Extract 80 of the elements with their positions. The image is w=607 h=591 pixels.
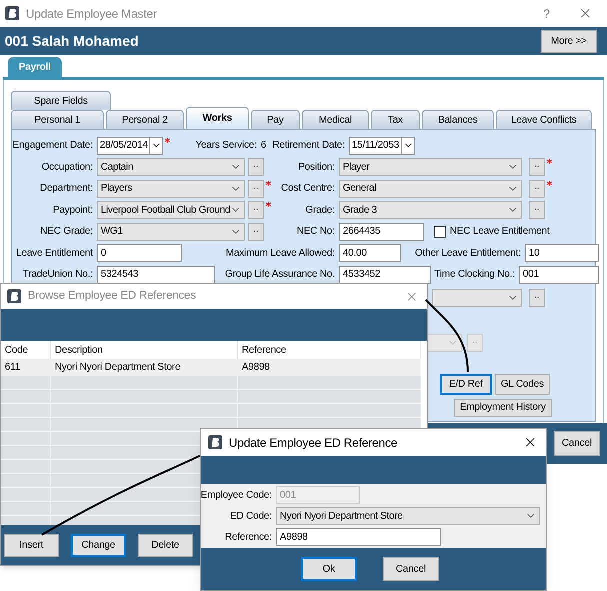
button[interactable]: Change <box>71 534 126 556</box>
tab[interactable]: Personal 1 <box>11 110 104 129</box>
dropdown[interactable]: Captain <box>97 158 245 176</box>
window-title: Browse Employee ED References <box>28 288 196 304</box>
table-cell-text: 611 <box>4 361 22 375</box>
app-icon <box>208 435 223 450</box>
table-row[interactable]: 611 Nyori Nyori Department Store A9898 <box>1 359 421 376</box>
text-field[interactable]: 10 <box>525 244 599 262</box>
lookup-button[interactable]: .. <box>529 180 545 198</box>
years-service-value: 6 <box>261 139 268 154</box>
cancel-button[interactable]: Cancel <box>554 431 600 456</box>
dropdown[interactable]: Players <box>97 180 245 198</box>
field-label: Other Leave Entitlement: <box>415 246 521 261</box>
dropdown[interactable]: Liverpool Football Club Ground <box>97 201 245 220</box>
app-icon <box>5 6 20 21</box>
date-field[interactable]: 15/11/2053 <box>349 136 415 155</box>
employment-history-button[interactable]: Employment History <box>454 398 552 416</box>
dropdown[interactable]: WG1 <box>97 222 245 241</box>
tab[interactable]: Balances <box>422 110 494 129</box>
window-title: Update Employee ED Reference <box>229 434 398 452</box>
window-title: Update Employee Master <box>26 6 157 22</box>
dropdown[interactable]: Grade 3 <box>339 201 522 220</box>
field-label: Retirement Date: <box>272 139 345 154</box>
help-button[interactable]: ? <box>544 4 550 22</box>
dropdown[interactable]: Player <box>339 158 522 176</box>
field-label: Years Service: <box>196 139 257 154</box>
text-field[interactable]: 4533452 <box>339 266 431 284</box>
tab[interactable]: Pay <box>251 110 300 129</box>
app-icon <box>7 289 22 304</box>
field-label: Time Clocking No.: <box>434 268 515 282</box>
checkbox[interactable] <box>434 226 446 238</box>
action-button[interactable]: E/D Ref <box>440 374 492 394</box>
button[interactable]: Insert <box>4 534 59 556</box>
tab[interactable]: Medical <box>302 110 369 129</box>
tab[interactable]: Spare Fields <box>11 91 111 110</box>
field-label: TradeUnion No.: <box>23 268 93 282</box>
button[interactable]: Delete <box>138 534 193 556</box>
button[interactable]: Cancel <box>383 557 439 581</box>
table-cell-text: A9898 <box>241 361 271 375</box>
field-label: Paypoint: <box>53 204 93 218</box>
field-label: Department: <box>40 182 93 196</box>
field-label: NEC No: <box>296 225 335 240</box>
field-label: Occupation: <box>42 160 93 175</box>
field-label: Leave Entitlement <box>16 246 93 261</box>
field-label: Position: <box>298 160 335 175</box>
field-label: Grade: <box>306 204 335 218</box>
checkbox-label: NEC Leave Entitlement <box>450 225 550 240</box>
lookup-button[interactable]: .. <box>248 222 264 241</box>
lookup-button[interactable]: .. <box>248 158 264 176</box>
field-label: Employee Code: <box>200 488 272 502</box>
field-label: NEC Grade: <box>40 225 93 240</box>
action-button[interactable]: GL Codes <box>495 374 550 394</box>
field-label: Maximum Leave Allowed: <box>226 246 335 261</box>
text-field[interactable]: 5324543 <box>97 266 215 284</box>
tab[interactable]: Leave Conflicts <box>496 110 592 129</box>
dropdown[interactable]: Nyori Nyori Department Store <box>276 507 540 525</box>
field-label: Group Life Assurance No. <box>225 268 335 282</box>
text-field[interactable]: 001 <box>519 266 599 284</box>
button[interactable]: Ok <box>301 557 357 581</box>
text-field[interactable]: A9898 <box>276 528 441 546</box>
tab[interactable]: Tax <box>371 110 420 129</box>
field-label: Engagement Date: <box>12 139 93 154</box>
field-label: ED Code: <box>230 510 272 524</box>
tab[interactable]: Personal 2 <box>106 110 184 129</box>
field-label: Cost Centre: <box>281 182 335 196</box>
more-button[interactable]: More >> <box>541 30 597 52</box>
table-cell-text: Nyori Nyori Department Store <box>54 361 182 375</box>
lookup-button[interactable]: .. <box>529 201 545 220</box>
lookup-button[interactable]: .. <box>529 158 545 176</box>
employee-name: 001 Salah Mohamed <box>5 32 139 50</box>
text-field[interactable]: 0 <box>97 244 182 262</box>
dropdown[interactable]: General <box>339 180 522 198</box>
date-field[interactable]: 28/05/2014 <box>97 136 163 155</box>
lookup-button[interactable]: .. <box>248 180 264 198</box>
field-label: Reference: <box>225 530 272 544</box>
lookup-button[interactable]: .. <box>529 288 545 306</box>
text-field[interactable]: 40.00 <box>339 244 401 262</box>
tab[interactable]: Works <box>186 107 249 129</box>
text-field[interactable]: 2664435 <box>339 222 424 241</box>
lookup-button[interactable]: .. <box>248 201 264 220</box>
